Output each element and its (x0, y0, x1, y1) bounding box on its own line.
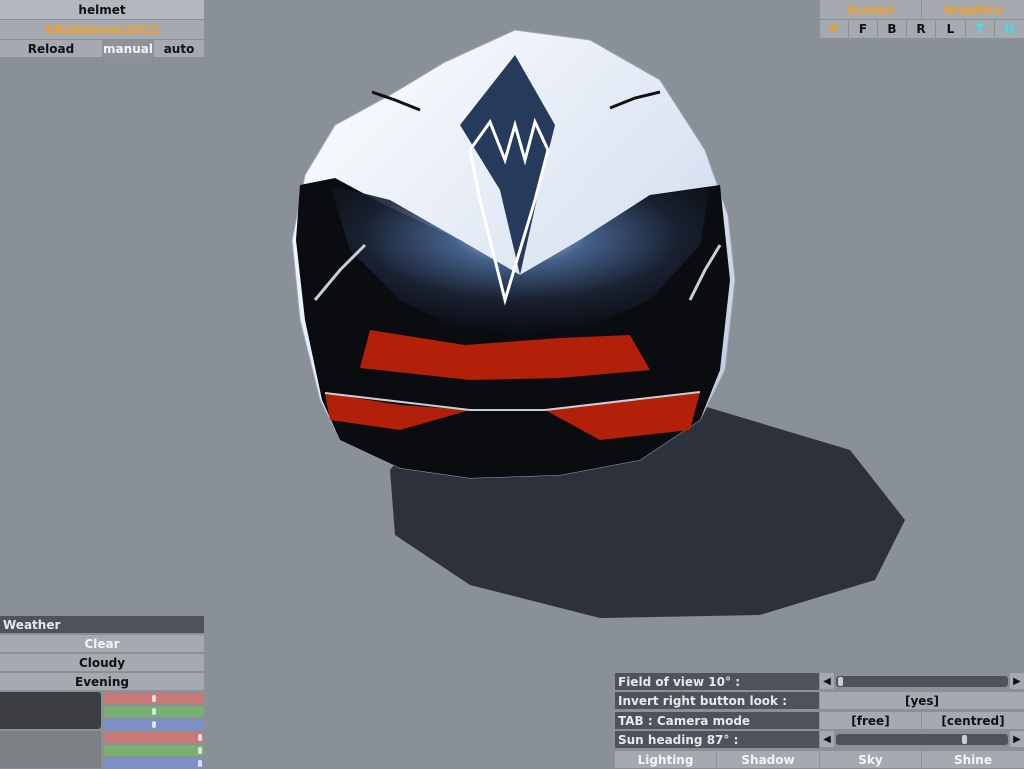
object-label: helmet (0, 0, 204, 19)
green-slider-1-knob[interactable] (152, 708, 156, 715)
view-p-button[interactable]: P (820, 20, 848, 38)
viewport-3d[interactable] (0, 0, 1024, 768)
graphics-button[interactable]: Graphics (922, 0, 1024, 19)
view-l-button[interactable]: L (936, 20, 965, 38)
helmet-model[interactable] (291, 29, 736, 479)
sun-heading-knob[interactable] (962, 735, 967, 744)
tab-lighting[interactable]: Lighting (615, 751, 716, 768)
screen-button[interactable]: Screen (820, 0, 921, 19)
weather-clear-button[interactable]: Clear (0, 635, 204, 652)
camera-free-button[interactable]: [free] (820, 712, 921, 729)
tab-sky[interactable]: Sky (820, 751, 921, 768)
auto-button[interactable]: auto (154, 40, 204, 57)
sun-left-arrow[interactable]: ◀ (820, 731, 834, 747)
fov-slider[interactable] (836, 676, 1008, 687)
view-t-button[interactable]: T (966, 20, 994, 38)
camera-centred-button[interactable]: [centred] (922, 712, 1024, 729)
reload-button[interactable]: Reload (0, 40, 102, 57)
view-r-button[interactable]: R (907, 20, 935, 38)
fov-label: Field of view 10° : (615, 673, 819, 690)
color-swatch-2[interactable] (0, 731, 101, 768)
green-slider-2-knob[interactable] (198, 747, 202, 754)
sun-heading-label: Sun heading 87° : (615, 731, 819, 748)
green-slider-1[interactable] (104, 706, 204, 717)
view-u-button[interactable]: U (995, 20, 1024, 38)
blue-slider-2-knob[interactable] (198, 760, 202, 767)
manual-button[interactable]: manual (103, 40, 153, 57)
red-slider-1-knob[interactable] (152, 695, 156, 702)
color-swatch-1[interactable] (0, 692, 101, 729)
view-f-button[interactable]: F (849, 20, 877, 38)
fov-left-arrow[interactable]: ◀ (820, 673, 834, 689)
view-b-button[interactable]: B (878, 20, 906, 38)
blue-slider-2[interactable] (104, 758, 204, 769)
tab-shine[interactable]: Shine (922, 751, 1024, 768)
sun-heading-slider[interactable] (836, 734, 1008, 745)
red-slider-2[interactable] (104, 732, 204, 743)
fov-right-arrow[interactable]: ▶ (1010, 673, 1024, 689)
tab-shadow[interactable]: Shadow (717, 751, 819, 768)
red-slider-1[interactable] (104, 693, 204, 704)
weather-title: Weather (0, 616, 204, 633)
helmet-viewer: { "top_left": { "object_label": "helmet"… (0, 0, 1024, 769)
blue-slider-1[interactable] (104, 719, 204, 730)
red-slider-2-knob[interactable] (198, 734, 202, 741)
weather-cloudy-button[interactable]: Cloudy (0, 654, 204, 671)
camera-mode-label: TAB : Camera mode (615, 712, 819, 729)
sun-right-arrow[interactable]: ▶ (1010, 731, 1024, 747)
invert-look-label: Invert right button look : (615, 692, 819, 709)
skin-selector[interactable]: KRäikkönen2012 (0, 20, 204, 39)
invert-look-toggle[interactable]: [yes] (820, 692, 1024, 709)
blue-slider-1-knob[interactable] (152, 721, 156, 728)
weather-evening-button[interactable]: Evening (0, 673, 204, 690)
green-slider-2[interactable] (104, 745, 204, 756)
fov-slider-knob[interactable] (838, 677, 843, 686)
